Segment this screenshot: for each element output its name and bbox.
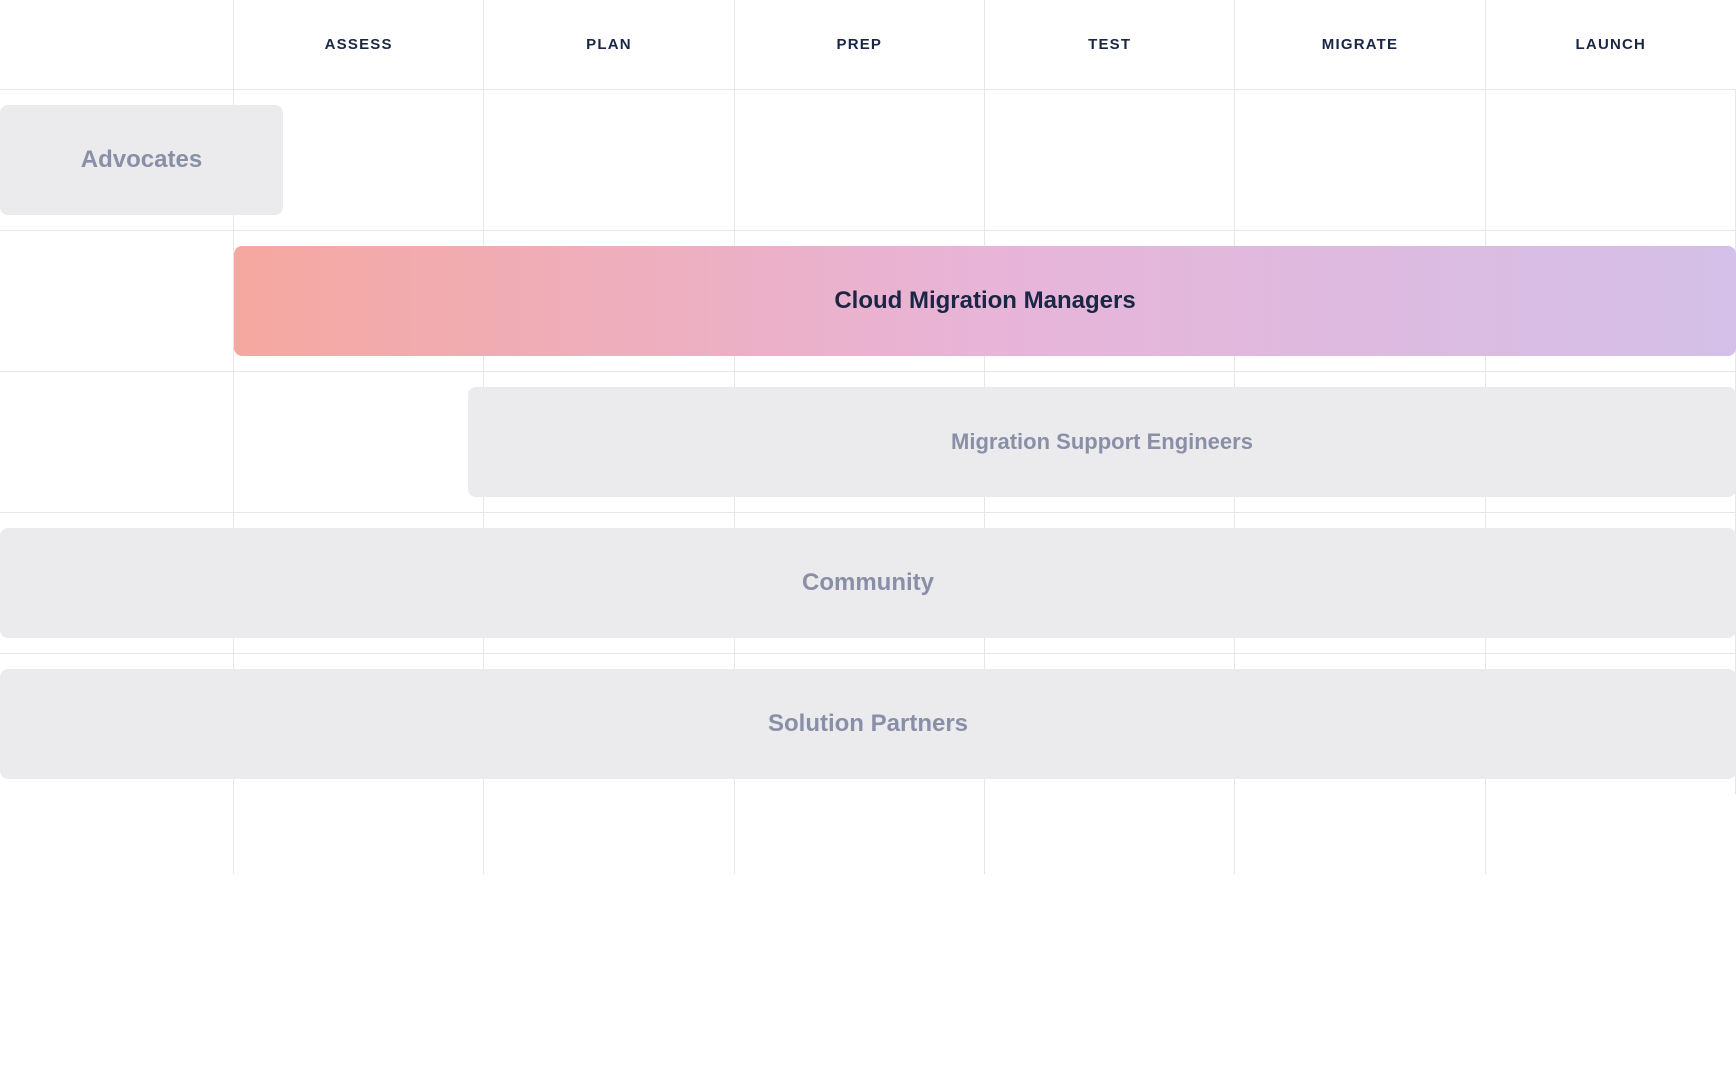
cell-a4 [735, 90, 985, 230]
header-assess: ASSESS [234, 0, 484, 89]
mse-bar: Migration Support Engineers [468, 387, 1736, 497]
header-test: TEST [985, 0, 1235, 89]
cell-f3 [484, 794, 734, 874]
swimlane-cmm: Cloud Migration Managers [0, 231, 1736, 372]
phase-header: ASSESS PLAN PREP TEST MIGRATE LAUNCH [0, 0, 1736, 90]
cell-a6 [1235, 90, 1485, 230]
cmm-bar: Cloud Migration Managers [234, 246, 1736, 356]
cell-b1 [0, 231, 234, 371]
community-bar: Community [0, 528, 1736, 638]
roadmap-container: ASSESS PLAN PREP TEST MIGRATE LAUNCH [0, 0, 1736, 1068]
swimlane-solution: Solution Partners [0, 654, 1736, 794]
swimlane-mse: Migration Support Engineers [0, 372, 1736, 513]
header-plan: PLAN [484, 0, 734, 89]
swimlane-advocates: Advocates [0, 90, 1736, 231]
cell-f4 [735, 794, 985, 874]
grid-body: Advocates Cloud Migration Managers [0, 90, 1736, 1068]
cell-a3 [484, 90, 734, 230]
header-prep: PREP [735, 0, 985, 89]
cell-a5 [985, 90, 1235, 230]
header-empty [0, 0, 234, 89]
header-launch: LAUNCH [1486, 0, 1736, 89]
swimlane-community: Community [0, 513, 1736, 654]
cell-a7 [1486, 90, 1736, 230]
row-empty-bottom [0, 794, 1736, 874]
cell-c1 [0, 372, 234, 512]
cell-f6 [1235, 794, 1485, 874]
cell-f2 [234, 794, 484, 874]
cell-f1 [0, 794, 234, 874]
cell-c2 [234, 372, 484, 512]
header-migrate: MIGRATE [1235, 0, 1485, 89]
cell-f5 [985, 794, 1235, 874]
advocates-bar: Advocates [0, 105, 283, 215]
solution-bar: Solution Partners [0, 669, 1736, 779]
cell-f7 [1486, 794, 1736, 874]
